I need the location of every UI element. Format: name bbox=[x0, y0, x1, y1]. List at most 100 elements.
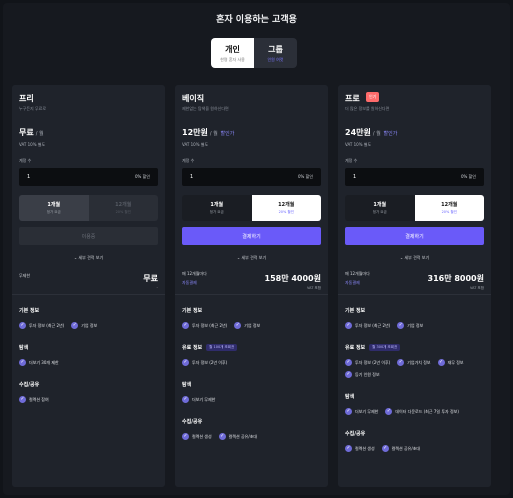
feature-list: 기본 정보 ✓ 투자 정보 (최근 2년) ✓ 기업 정보 유료 정보 월 100개 … bbox=[182, 307, 324, 455]
feature-item: ✓ 기업가치 정보 bbox=[397, 359, 431, 366]
section-title: 기본 정보 bbox=[345, 308, 366, 314]
check-icon: ✓ bbox=[19, 322, 26, 329]
check-icon: ✓ bbox=[345, 359, 352, 366]
section-title: 탐색 bbox=[182, 382, 192, 388]
check-icon: ✓ bbox=[19, 396, 26, 403]
check-icon: ✓ bbox=[381, 445, 389, 452]
vat-note: VAT 10% 별도 bbox=[182, 142, 209, 147]
feature-label: 투자 정보 (2년 이후) bbox=[355, 359, 391, 365]
period-sub: 20% 할인 bbox=[441, 210, 457, 214]
summary-vat: VAT 포함 bbox=[307, 286, 321, 290]
plan-price: 무료 / 월 bbox=[19, 127, 44, 138]
section-title: 수집/공유 bbox=[19, 382, 40, 388]
vat-note: VAT 10% 별도 bbox=[345, 142, 372, 147]
plan-desc: 누구든지 무료로 bbox=[19, 106, 47, 111]
feature-label: 컬렉션 생성 bbox=[192, 433, 212, 439]
account-count-discount: 0% 할인 bbox=[461, 174, 476, 179]
period-label: 12개월 bbox=[441, 202, 458, 208]
feature-item: ✓ 기업 정보 bbox=[397, 322, 423, 329]
toggle-group[interactable]: 그룹 인원 여럿 bbox=[254, 38, 297, 68]
check-icon: ✓ bbox=[345, 322, 352, 329]
period-12-month[interactable]: 12개월 20% 할인 bbox=[88, 195, 158, 221]
period-toggle: 1개월 정가 요금 12개월 20% 할인 bbox=[345, 195, 484, 221]
check-icon: ✓ bbox=[345, 408, 352, 415]
plan-card-free: 프리 누구든지 무료로 무료 / 월 VAT 10% 별도 계정 수 1 0% 할… bbox=[12, 85, 165, 487]
check-icon: ✓ bbox=[385, 408, 393, 415]
divider bbox=[12, 294, 165, 295]
feature-item: ✓ 더보기 30개 제한 bbox=[19, 359, 59, 366]
period-1-month[interactable]: 1개월 정가 요금 bbox=[345, 195, 415, 221]
feature-item: ✓ 등기 인원 정보 bbox=[345, 371, 380, 378]
feature-item: ✓ 더보기 무제한 bbox=[182, 396, 215, 403]
summary-auto-pay: 자동결제 bbox=[345, 280, 360, 285]
account-count-input[interactable]: 1 0% 할인 bbox=[182, 168, 321, 186]
section-title-text: 유료 정보 bbox=[182, 345, 203, 351]
popular-badge: 인기 bbox=[366, 92, 380, 102]
check-icon: ✓ bbox=[71, 322, 79, 329]
feature-item: ✓ 재무 정보 bbox=[437, 359, 464, 366]
section-title: 기본 정보 bbox=[19, 308, 40, 314]
plan-name: 프리 bbox=[19, 94, 34, 103]
divider bbox=[175, 294, 328, 295]
feature-label: 재무 정보 bbox=[447, 359, 464, 365]
period-label: 12개월 bbox=[278, 202, 295, 208]
checkout-button[interactable]: 결제하기 bbox=[182, 227, 321, 245]
checkout-button[interactable]: 결제하기 bbox=[345, 227, 484, 245]
feature-item: ✓ 컬렉션 공유/초대 bbox=[218, 433, 258, 440]
feature-label: 투자 정보 (최근 2년) bbox=[355, 322, 391, 328]
check-icon: ✓ bbox=[182, 322, 189, 329]
toggle-individual[interactable]: 개인 한명 혼자 사용 bbox=[211, 38, 254, 68]
page-title: 혼자 이용하는 고객용 bbox=[216, 15, 297, 25]
summary-value: 무료 bbox=[143, 274, 158, 283]
plan-price: 24만원 / 월 할인가 bbox=[345, 127, 397, 138]
feature-label: 투자 정보 (최근 2년) bbox=[192, 322, 228, 328]
account-count-input[interactable]: 1 0% 할인 bbox=[19, 168, 158, 186]
feature-list: 기본 정보 ✓ 투자 정보 (최근 2년) ✓ 기업 정보 탐색 ✓ 더보기 30개 … bbox=[19, 307, 161, 418]
account-count-input[interactable]: 1 0% 할인 bbox=[345, 168, 484, 186]
period-label: 1개월 bbox=[373, 202, 387, 208]
section-title: 유료 정보 월 100개 조회권 bbox=[182, 344, 324, 351]
account-count-value: 1 bbox=[27, 174, 31, 180]
feature-label: 더보기 무제한 bbox=[355, 408, 379, 414]
details-toggle[interactable]: ⌄ 세부 견적 보기 bbox=[12, 255, 165, 261]
price-per: / 월 bbox=[372, 131, 381, 137]
details-toggle[interactable]: ⌄ 세부 견적 보기 bbox=[175, 255, 328, 261]
details-toggle[interactable]: ⌄ 세부 견적 보기 bbox=[338, 255, 491, 261]
feature-label: 컬렉션 공유/초대 bbox=[228, 433, 258, 439]
period-sub: 정가 요금 bbox=[372, 210, 387, 214]
check-icon: ✓ bbox=[345, 371, 352, 378]
summary-label: 무제한 bbox=[19, 273, 31, 278]
toggle-individual-sub: 한명 혼자 사용 bbox=[220, 56, 245, 62]
period-sub: 정가 요금 bbox=[209, 210, 224, 214]
price-per: / 월 bbox=[209, 131, 218, 137]
summary-dash: - bbox=[156, 285, 158, 290]
price-value: 12만원 bbox=[182, 128, 208, 137]
section-title: 수집/공유 bbox=[345, 431, 366, 437]
period-1-month[interactable]: 1개월 정가 요금 bbox=[19, 195, 89, 221]
plan-desc: 더 많은 정보를 원하신다면 bbox=[345, 106, 390, 111]
vat-note: VAT 10% 별도 bbox=[19, 142, 46, 147]
check-icon: ✓ bbox=[397, 359, 405, 366]
summary-vat: VAT 포함 bbox=[470, 286, 484, 290]
check-icon: ✓ bbox=[234, 322, 242, 329]
period-label: 12개월 bbox=[115, 202, 132, 208]
plan-desc: 제한없는 탐색을 원하신다면 bbox=[182, 106, 229, 111]
plan-card-basic: 베이직 제한없는 탐색을 원하신다면 12만원 / 월 할인가 VAT 10% 별… bbox=[175, 85, 328, 487]
check-icon: ✓ bbox=[397, 322, 405, 329]
toggle-individual-label: 개인 bbox=[225, 44, 240, 54]
plan-card-pro: 프로 인기 더 많은 정보를 원하신다면 24만원 / 월 할인가 VAT 10%… bbox=[338, 85, 491, 487]
divider bbox=[338, 294, 491, 295]
period-1-month[interactable]: 1개월 정가 요금 bbox=[182, 195, 252, 221]
plan-name: 프로 bbox=[345, 94, 360, 103]
period-12-month[interactable]: 12개월 20% 할인 bbox=[251, 195, 321, 221]
period-12-month[interactable]: 12개월 20% 할인 bbox=[414, 195, 484, 221]
summary-auto-pay: 자동결제 bbox=[182, 280, 197, 285]
account-count-label: 계정 수 bbox=[345, 158, 358, 163]
summary-label: 매 12개월마다 bbox=[182, 271, 207, 276]
check-icon: ✓ bbox=[182, 396, 189, 403]
plan-price: 12만원 / 월 할인가 bbox=[182, 127, 234, 138]
in-use-button[interactable]: 이용중 bbox=[19, 227, 158, 245]
feature-label: 등기 인원 정보 bbox=[355, 371, 380, 377]
feature-label: 데이터 다운로드 (최근 7일 투자 정보) bbox=[395, 408, 459, 414]
feature-label: 더보기 30개 제한 bbox=[29, 359, 59, 365]
